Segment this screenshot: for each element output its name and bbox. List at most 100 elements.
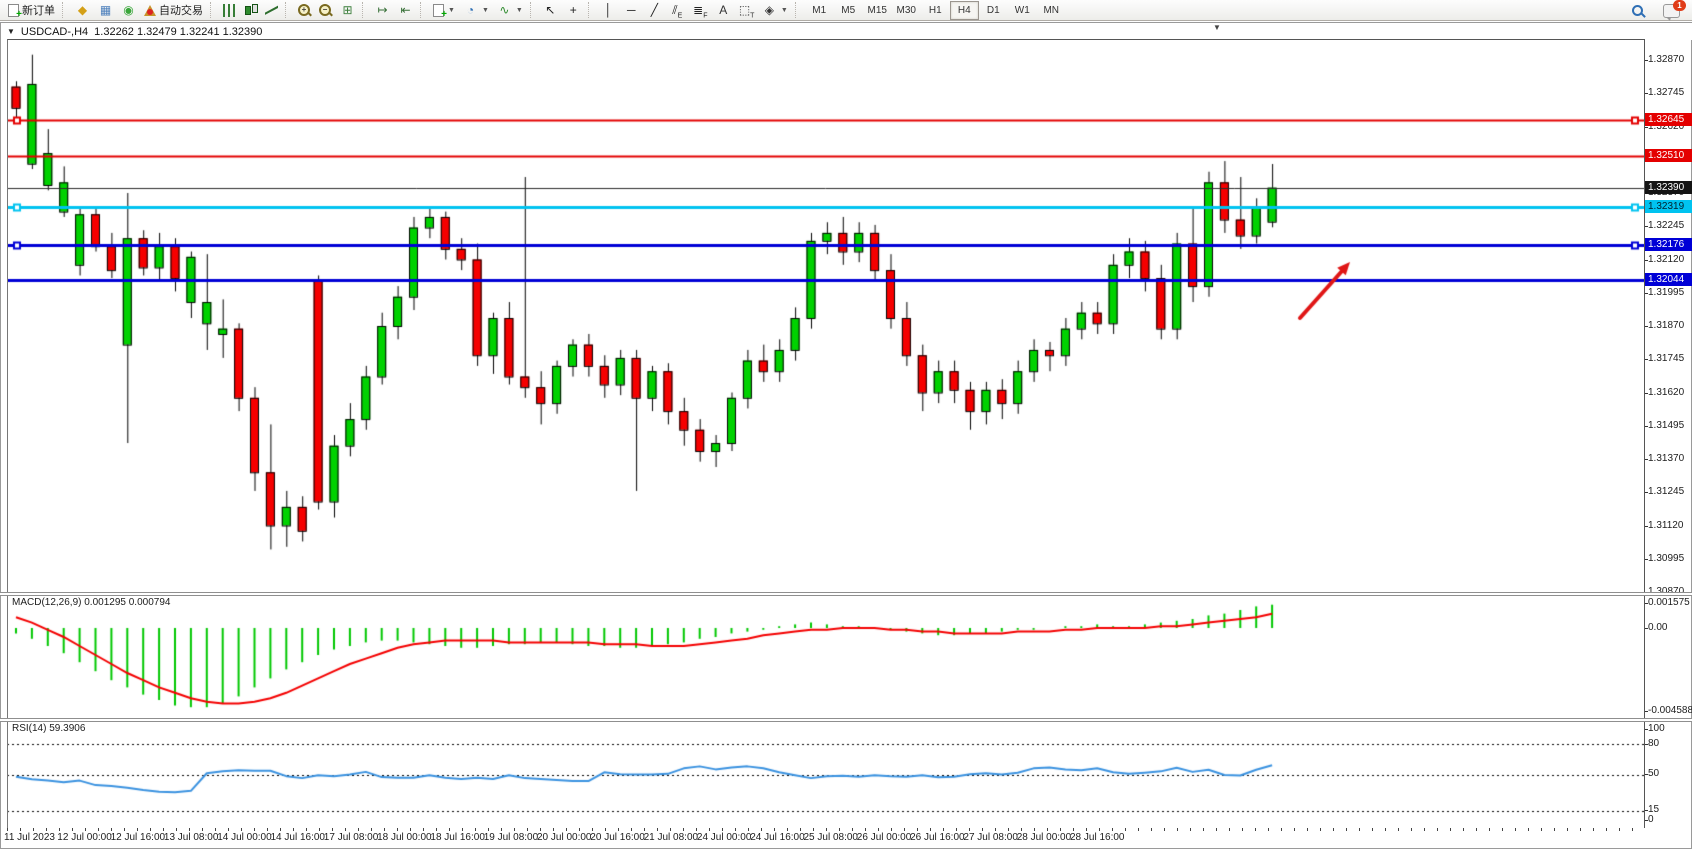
time-axis-label: 20 Jul 16:00 (590, 832, 645, 843)
price-line-badge-1.32176[interactable]: 1.32176 (1645, 238, 1692, 251)
price-line-badge-1.32044[interactable]: 1.32044 (1645, 273, 1692, 286)
time-axis-label: 12 Jul 00:00 (57, 832, 112, 843)
vertical-line-icon[interactable]: │ (597, 1, 620, 19)
text-label-icon: ⬚T (739, 3, 754, 17)
rsi-pane-splitter[interactable] (0, 718, 1692, 722)
new-order-button[interactable]: +新订单 (4, 1, 59, 19)
macd-pane-canvas[interactable] (7, 595, 1644, 718)
line-chart-icon[interactable] (261, 1, 282, 19)
time-axis-label: 28 Jul 00:00 (1017, 832, 1072, 843)
time-axis-label: 26 Jul 16:00 (910, 832, 965, 843)
toolbar-separator (795, 2, 801, 18)
signals-icon[interactable]: ◉ (117, 1, 140, 19)
time-axis-label: 17 Jul 08:00 (324, 832, 379, 843)
vertical-line-icon: │ (601, 3, 616, 17)
toolbar-separator (530, 2, 536, 18)
tile-windows-icon[interactable]: ⊞ (336, 1, 359, 19)
axis-price-label: 1.31120 (1648, 520, 1692, 532)
price-line-badge-1.32510[interactable]: 1.32510 (1645, 149, 1692, 162)
axis-price-label: 1.31995 (1648, 287, 1692, 299)
line-glyph-icon (265, 4, 278, 17)
indicators-dropdown[interactable]: ∿▼ (493, 1, 527, 19)
axis-price-label: 1.31370 (1648, 453, 1692, 465)
document-icon: + (433, 4, 444, 17)
profiles-icon[interactable]: ▦ (94, 1, 117, 19)
chart-title-bar[interactable]: ▼ USDCAD-,H4 1.32262 1.32479 1.32241 1.3… (1, 23, 1692, 40)
crosshair-icon: + (566, 3, 581, 17)
notification-badge: 1 (1673, 0, 1686, 11)
timeframe-button-m15[interactable]: M15 (863, 1, 892, 20)
styles-icon[interactable]: ◆ (71, 1, 94, 19)
zoom-out-icon: − (319, 4, 332, 17)
channel-icon[interactable]: ⫽E (666, 1, 689, 19)
zoom-out-icon[interactable]: − (315, 1, 336, 19)
cursor-icon[interactable]: ↖ (539, 1, 562, 19)
time-axis-label: 13 Jul 08:00 (164, 832, 219, 843)
auto-scroll-icon[interactable]: ↦ (371, 1, 394, 19)
candlestick-icon[interactable] (240, 1, 261, 19)
timeframe-button-mn[interactable]: MN (1037, 1, 1066, 20)
axis-price-label: 1.30995 (1648, 553, 1692, 565)
timeframe-button-m30[interactable]: M30 (892, 1, 921, 20)
rsi-pane-canvas[interactable] (7, 721, 1644, 827)
collapse-triangle-icon[interactable]: ▼ (7, 27, 15, 36)
timeframe-button-m1[interactable]: M1 (805, 1, 834, 20)
tile-windows-icon: ⊞ (340, 3, 355, 17)
crosshair-icon[interactable]: + (562, 1, 585, 19)
notifications-button[interactable]: 1 (1659, 2, 1684, 20)
candlestick-glyph-icon (244, 4, 257, 17)
rsi-axis-label: 100 (1648, 723, 1692, 735)
bar-chart-icon (223, 4, 236, 17)
macd-axis-label: 0.00 (1648, 622, 1692, 634)
axis-price-label: 1.31870 (1648, 320, 1692, 332)
auto-trading-button[interactable]: 自动交易 (140, 1, 207, 19)
horizontal-line-icon[interactable]: ─ (620, 1, 643, 19)
toolbar-separator (285, 2, 291, 18)
chart-shift-icon[interactable]: ⇤ (394, 1, 417, 19)
toolbar-separator (362, 2, 368, 18)
price-line-badge-1.32645[interactable]: 1.32645 (1645, 113, 1692, 126)
macd-pane-splitter[interactable] (0, 592, 1692, 596)
price-line-badge-1.32390[interactable]: 1.32390 (1645, 181, 1692, 194)
timeframe-button-h1[interactable]: H1 (921, 1, 950, 20)
axis-price-label: 1.31620 (1648, 387, 1692, 399)
bar-chart-icon[interactable] (219, 1, 240, 19)
macd-label: MACD(12,26,9) 0.001295 0.000794 (12, 597, 170, 608)
axis-price-label: 1.32745 (1648, 87, 1692, 99)
mt4-terminal: +新订单◆▦◉自动交易+−⊞↦⇤+▼◔▼∿▼↖+│─╱⫽E≣FA⬚T◈▼ M1M… (0, 0, 1692, 849)
timeframe-button-w1[interactable]: W1 (1008, 1, 1037, 20)
new-chart-dropdown[interactable]: +▼ (429, 1, 459, 19)
search-button[interactable] (1627, 2, 1649, 20)
rsi-axis-label: 80 (1648, 738, 1692, 750)
time-axis-label: 14 Jul 00:00 (217, 832, 272, 843)
chart-ohlc-readout: 1.32262 1.32479 1.32241 1.32390 (94, 26, 262, 38)
auto-trading-button-label: 自动交易 (159, 2, 203, 18)
text-label-icon[interactable]: ⬚T (735, 1, 758, 19)
text-icon: A (716, 3, 731, 17)
timeframe-button-m5[interactable]: M5 (834, 1, 863, 20)
shapes-dropdown[interactable]: ◈▼ (758, 1, 792, 19)
toolbar-separator (62, 2, 68, 18)
toolbar: +新订单◆▦◉自动交易+−⊞↦⇤+▼◔▼∿▼↖+│─╱⫽E≣FA⬚T◈▼ M1M… (0, 0, 1692, 21)
time-axis-label: 18 Jul 00:00 (377, 832, 432, 843)
timeframe-button-h4[interactable]: H4 (950, 1, 979, 20)
time-axis-ticks (7, 828, 1644, 831)
auto-scroll-icon: ↦ (375, 3, 390, 17)
zoom-in-icon[interactable]: + (294, 1, 315, 19)
toolbar-separator (210, 2, 216, 18)
trendline-icon[interactable]: ╱ (643, 1, 666, 19)
search-icon (1631, 4, 1645, 18)
price-chart-canvas[interactable] (7, 40, 1644, 592)
fibonacci-icon[interactable]: ≣F (689, 1, 712, 19)
cursor-icon: ↖ (543, 3, 558, 17)
price-line-badge-1.32319[interactable]: 1.32319 (1645, 200, 1692, 213)
text-icon[interactable]: A (712, 1, 735, 19)
periods-dropdown[interactable]: ◔▼ (459, 1, 493, 19)
signals-icon: ◉ (121, 3, 136, 17)
time-axis-label: 12 Jul 16:00 (111, 832, 166, 843)
timeframe-button-d1[interactable]: D1 (979, 1, 1008, 20)
shapes-dropdown: ◈ (762, 3, 777, 17)
rsi-axis-label: 0 (1648, 814, 1692, 826)
chart-shift-marker-icon[interactable]: ▼ (1213, 23, 1221, 32)
rsi-label: RSI(14) 59.3906 (12, 723, 85, 734)
